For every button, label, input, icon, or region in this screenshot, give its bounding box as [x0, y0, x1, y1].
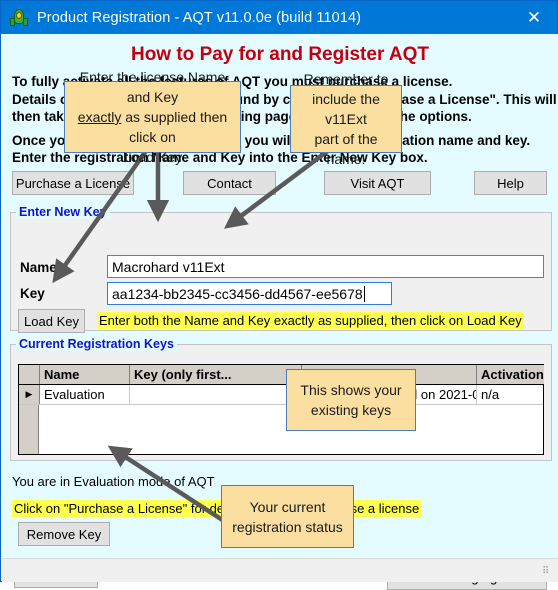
column-header-activation[interactable]: Activation	[477, 365, 544, 384]
callout-license-line-2a: exactly	[77, 109, 122, 125]
enter-new-key-group-title: Enter New Key	[16, 205, 110, 219]
callout-keys-line-2: existing keys	[310, 402, 392, 418]
key-input[interactable]: aa1234-bb2345-cc3456-dd4567-ee5678	[107, 282, 392, 305]
name-input[interactable]: Macrohard v11Ext	[107, 255, 544, 278]
text-caret	[363, 285, 365, 302]
callout-license-line-1: Enter the license Name and Key	[79, 69, 226, 105]
purchase-license-button[interactable]: Purchase a License	[12, 171, 134, 195]
rocket-icon	[10, 8, 28, 27]
callout-status-line-1: Your current	[249, 498, 326, 515]
callout-keys-line-1: This shows your	[300, 382, 402, 398]
row-selector-header	[19, 365, 40, 384]
table-row[interactable]: ▶ Evaluation Evaluation (expired on 2021…	[19, 385, 543, 405]
page-title: How to Pay for and Register AQT	[130, 44, 430, 65]
load-key-button[interactable]: Load Key	[18, 309, 85, 333]
callout-license-line-3: Load Key	[122, 149, 183, 165]
remove-key-button[interactable]: Remove Key	[18, 522, 110, 546]
callout-license-line-2b: as supplied then click on	[121, 109, 228, 145]
key-label: Key	[20, 286, 45, 301]
cell-name[interactable]: Evaluation	[40, 385, 130, 404]
product-registration-dialog: Product Registration - AQT v11.0.0e (bui…	[0, 0, 558, 590]
cell-key[interactable]	[130, 385, 302, 404]
status-bar: ⠿	[2, 558, 558, 582]
callout-existing-keys: This shows your existing keys	[286, 369, 416, 431]
name-label: Name	[20, 260, 57, 275]
key-input-value: aa1234-bb2345-cc3456-dd4567-ee5678	[112, 285, 363, 302]
table-empty-gutter	[19, 405, 39, 454]
current-keys-group-title: Current Registration Keys	[16, 337, 177, 351]
registration-keys-table[interactable]: Name Key (only first... Key Type Activat…	[18, 364, 544, 455]
callout-enter-license: Enter the license Name and Key exactly a…	[64, 69, 241, 165]
title-bar: Product Registration - AQT v11.0.0e (bui…	[1, 1, 557, 34]
column-header-name[interactable]: Name	[40, 365, 130, 384]
callout-v11ext: Remember to include the v11Ext part of t…	[290, 71, 402, 167]
table-header-row: Name Key (only first... Key Type Activat…	[19, 365, 544, 385]
cell-activation[interactable]: n/a	[477, 385, 544, 404]
evaluation-mode-status: You are in Evaluation mode of AQT	[12, 474, 215, 489]
contact-button[interactable]: Contact	[183, 171, 276, 195]
load-key-hint: Enter both the Name and Key exactly as s…	[97, 312, 524, 329]
callout-registration-status: Your current registration status	[221, 485, 354, 548]
resize-grip-icon[interactable]: ⠿	[542, 567, 554, 579]
callout-status-line-2: registration status	[232, 518, 343, 535]
row-marker-icon: ▶	[19, 385, 40, 404]
purchase-license-hint: Click on "Purchase a License" for detail…	[12, 500, 422, 517]
column-header-key[interactable]: Key (only first...	[130, 365, 302, 384]
close-icon[interactable]: ✕	[511, 1, 557, 34]
callout-v11ext-line-1: Remember to	[303, 71, 389, 87]
window-title: Product Registration - AQT v11.0.0e (bui…	[37, 9, 362, 26]
callout-v11ext-line-3: part of the name!	[314, 131, 378, 167]
help-button[interactable]: Help	[474, 171, 547, 195]
visit-aqt-button[interactable]: Visit AQT	[324, 171, 431, 195]
callout-v11ext-line-2: include the v11Ext	[312, 91, 380, 127]
